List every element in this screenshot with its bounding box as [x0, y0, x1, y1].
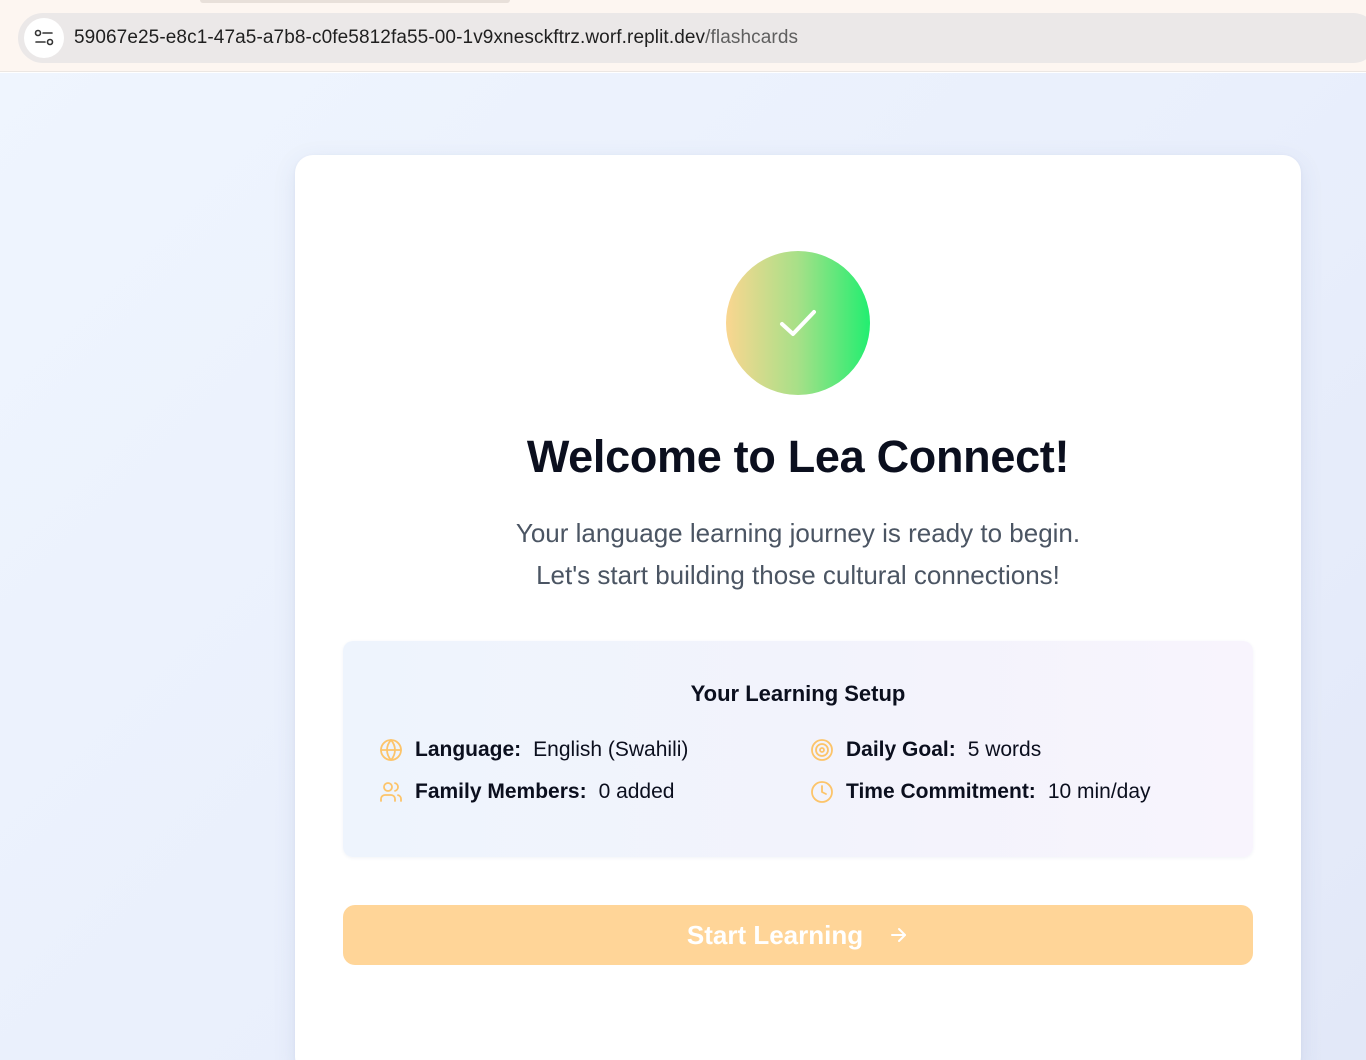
- setup-item-family-members: Family Members: 0 added: [379, 780, 674, 804]
- url-text[interactable]: 59067e25-e8c1-47a5-a7b8-c0fe5812fa55-00-…: [74, 27, 798, 49]
- daily-goal-value: 5 words: [967, 738, 1042, 761]
- setup-title: Your Learning Setup: [690, 681, 906, 706]
- welcome-title: Welcome to Lea Connect!: [526, 431, 1070, 482]
- arrow-right-icon: [889, 925, 909, 945]
- daily-goal-label: Daily Goal:: [846, 738, 956, 761]
- clock-icon: [810, 780, 834, 804]
- site-info-icon[interactable]: [24, 18, 64, 58]
- setup-item-time-commitment: Time Commitment: 10 min/day: [810, 780, 1151, 804]
- success-check-icon: [726, 251, 870, 395]
- setup-item-language: Language: English (Swahili): [379, 738, 688, 762]
- target-icon: [810, 738, 834, 762]
- time-commitment-label: Time Commitment:: [846, 780, 1036, 803]
- active-tab-indicator: [200, 0, 510, 3]
- subtitle-line-1: Your language learning journey is ready …: [515, 518, 1081, 548]
- family-members-value: 0 added: [598, 780, 675, 803]
- setup-item-daily-goal: Daily Goal: 5 words: [810, 738, 1041, 762]
- start-learning-label: Start Learning: [686, 919, 864, 950]
- welcome-card: Welcome to Lea Connect! Your language le…: [295, 155, 1301, 1060]
- url-path: /flashcards: [705, 27, 799, 48]
- language-value: English (Swahili): [533, 738, 689, 761]
- welcome-subtitle: Your language learning journey is ready …: [295, 512, 1301, 596]
- users-icon: [379, 780, 403, 804]
- browser-toolbar: 59067e25-e8c1-47a5-a7b8-c0fe5812fa55-00-…: [0, 0, 1366, 72]
- family-members-label: Family Members:: [415, 780, 587, 803]
- start-learning-button[interactable]: Start Learning: [343, 905, 1253, 965]
- globe-icon: [379, 738, 403, 762]
- language-label: Language:: [415, 738, 522, 761]
- time-commitment-value: 10 min/day: [1047, 780, 1151, 803]
- subtitle-line-2: Let's start building those cultural conn…: [536, 560, 1060, 590]
- url-host: 59067e25-e8c1-47a5-a7b8-c0fe5812fa55-00-…: [74, 27, 706, 48]
- address-bar[interactable]: 59067e25-e8c1-47a5-a7b8-c0fe5812fa55-00-…: [18, 13, 1366, 63]
- learning-setup-panel: Your Learning Setup Language: English (S…: [343, 641, 1253, 857]
